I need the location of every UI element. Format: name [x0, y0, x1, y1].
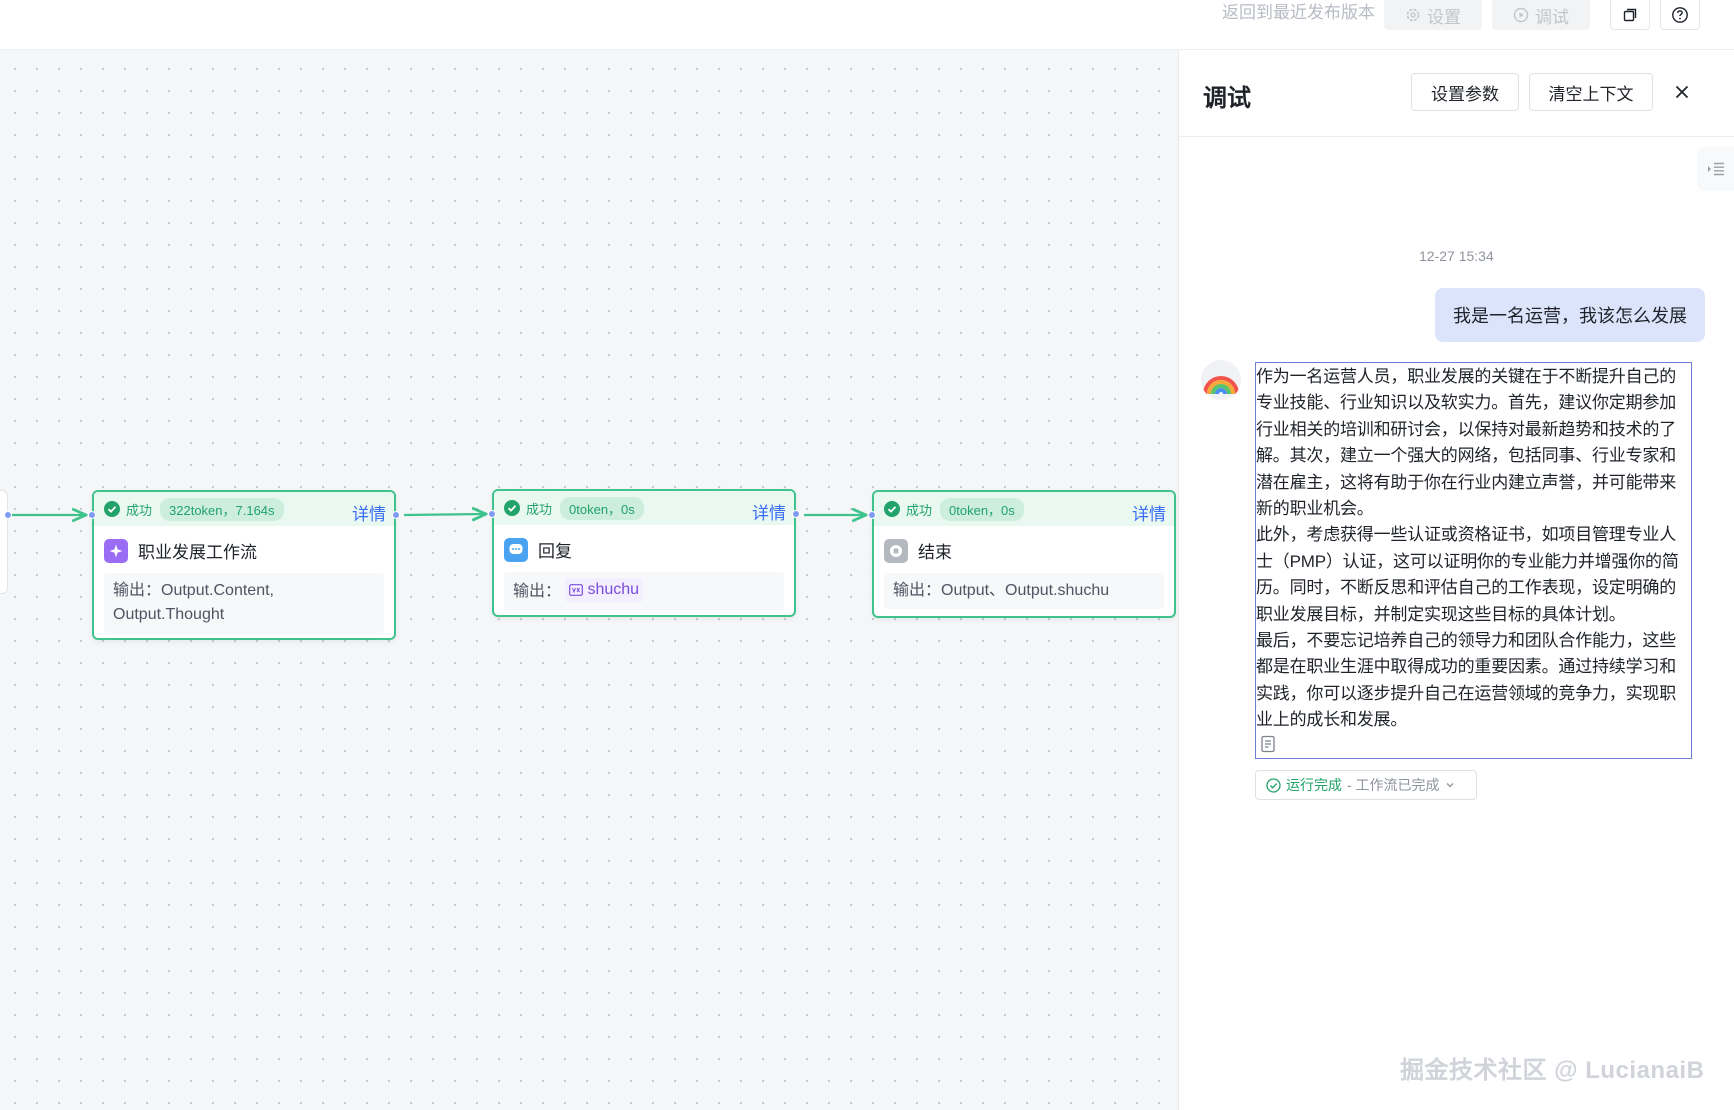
status-label: 成功: [126, 502, 153, 518]
node-title: 职业发展工作流: [138, 543, 257, 562]
node-status-row: 成功 0token，0s 详情: [494, 491, 794, 525]
check-outline-icon: [1266, 777, 1281, 793]
output-value: shuchu: [587, 581, 640, 598]
close-icon: [1675, 85, 1689, 99]
status-label: 成功: [526, 501, 553, 517]
rainbow-icon: [1203, 376, 1239, 395]
settings-label: 设置: [1427, 7, 1461, 27]
node-reply[interactable]: 成功 0token，0s 详情 回复 输出： shuchu: [492, 489, 796, 617]
bot-message: 作为一名运营人员，职业发展的关键在于不断提升自己的专业技能、行业知识以及软实力。…: [1255, 362, 1692, 759]
panel-title: 调试: [1203, 85, 1251, 112]
node-title: 回复: [538, 542, 572, 561]
return-to-published-link[interactable]: 返回到最近发布版本: [1222, 2, 1375, 24]
status-label: 成功: [906, 502, 933, 518]
chat-bubble-icon: [504, 537, 528, 562]
edge-workflow-to-reply: [403, 514, 486, 515]
watermark: 掘金技术社区 @ LucianaiB: [1400, 1057, 1705, 1084]
workflow-input-port[interactable]: [88, 511, 96, 519]
debug-panel: 调试 设置参数 清空上下文 12-27 15:34 我是一名运营，我该怎么发展 …: [1178, 50, 1734, 1110]
output-label: 输出：: [513, 583, 562, 600]
check-circle-icon: [884, 501, 900, 517]
run-status-label: 运行完成: [1286, 777, 1342, 793]
output-value: Output、Output.shuchu: [941, 582, 1110, 599]
node-title-row: 结束: [874, 526, 1174, 571]
indent-list-icon: [1708, 162, 1724, 176]
reply-input-port[interactable]: [488, 510, 496, 518]
workflow-canvas[interactable]: 成功 322token，7.164s 详情 职业发展工作流 输出：Output.…: [0, 50, 1178, 1110]
check-circle-icon: [104, 501, 120, 517]
node-output: 输出：Output、Output.shuchu: [884, 573, 1164, 609]
message-timestamp: 12-27 15:34: [1419, 248, 1494, 264]
run-status-dropdown[interactable]: 运行完成 - 工作流已完成: [1255, 770, 1477, 800]
detail-link[interactable]: 详情: [752, 499, 786, 524]
sparkle-icon: [104, 538, 128, 563]
variable-icon: [569, 584, 584, 596]
debug-button[interactable]: 调试: [1492, 0, 1590, 30]
output-label: 输出：: [113, 582, 162, 599]
end-input-port[interactable]: [868, 511, 876, 519]
debug-label: 调试: [1535, 7, 1569, 27]
panel-divider: [1179, 136, 1734, 137]
help-button[interactable]: [1660, 0, 1700, 30]
bot-paragraph: 作为一名运营人员，职业发展的关键在于不断提升自己的专业技能、行业知识以及软实力。…: [1256, 367, 1676, 519]
metric-badge: 0token，0s: [560, 496, 644, 520]
start-output-port[interactable]: [4, 511, 12, 519]
set-params-button[interactable]: 设置参数: [1411, 73, 1519, 111]
output-label: 输出：: [893, 582, 942, 599]
top-toolbar: 返回到最近发布版本 设置 调试: [0, 0, 1734, 50]
side-toggle-button[interactable]: [1697, 147, 1734, 191]
play-circle-icon: [1513, 7, 1529, 23]
node-title-row: 职业发展工作流: [94, 526, 394, 571]
metric-badge: 0token，0s: [940, 497, 1024, 521]
metric-badge: 322token，7.164s: [160, 497, 284, 521]
gear-icon: [1406, 8, 1420, 22]
node-output: 输出：Output.Content, Output.Thought: [104, 573, 384, 633]
detail-link[interactable]: 详情: [352, 500, 386, 525]
detail-link[interactable]: 详情: [1132, 500, 1166, 525]
node-end[interactable]: 成功 0token，0s 详情 结束 输出：Output、Output.shuc…: [872, 490, 1176, 618]
chevron-down-icon: [1446, 783, 1454, 788]
help-icon: [1672, 7, 1688, 23]
check-circle-icon: [504, 500, 520, 516]
node-output: 输出： shuchu: [504, 572, 784, 610]
stop-icon: [884, 538, 908, 563]
workflow-output-port[interactable]: [392, 511, 400, 519]
node-status-row: 成功 322token，7.164s 详情: [94, 492, 394, 526]
variable-chip: shuchu: [565, 578, 644, 602]
clear-context-button[interactable]: 清空上下文: [1529, 73, 1653, 111]
copy-button[interactable]: [1610, 0, 1650, 30]
copy-icon: [1623, 8, 1637, 22]
user-message: 我是一名运营，我该怎么发展: [1435, 288, 1705, 342]
reply-output-port[interactable]: [792, 510, 800, 518]
node-title: 结束: [918, 543, 952, 562]
bot-avatar: [1201, 360, 1241, 400]
bot-paragraph: 最后，不要忘记培养自己的领导力和团队合作能力，这些都是在职业生涯中取得成功的重要…: [1256, 631, 1676, 730]
note-icon[interactable]: [1260, 735, 1278, 753]
settings-button[interactable]: 设置: [1384, 0, 1482, 30]
node-status-row: 成功 0token，0s 详情: [874, 492, 1174, 526]
node-title-row: 回复: [494, 525, 794, 570]
node-career-workflow[interactable]: 成功 322token，7.164s 详情 职业发展工作流 输出：Output.…: [92, 490, 396, 640]
start-node-edge[interactable]: [0, 490, 8, 594]
run-status-sub: - 工作流已完成: [1347, 777, 1440, 793]
bot-paragraph: 此外，考虑获得一些认证或资格证书，如项目管理专业人士（PMP）认证，这可以证明你…: [1256, 525, 1679, 624]
close-panel-button[interactable]: [1667, 77, 1697, 107]
